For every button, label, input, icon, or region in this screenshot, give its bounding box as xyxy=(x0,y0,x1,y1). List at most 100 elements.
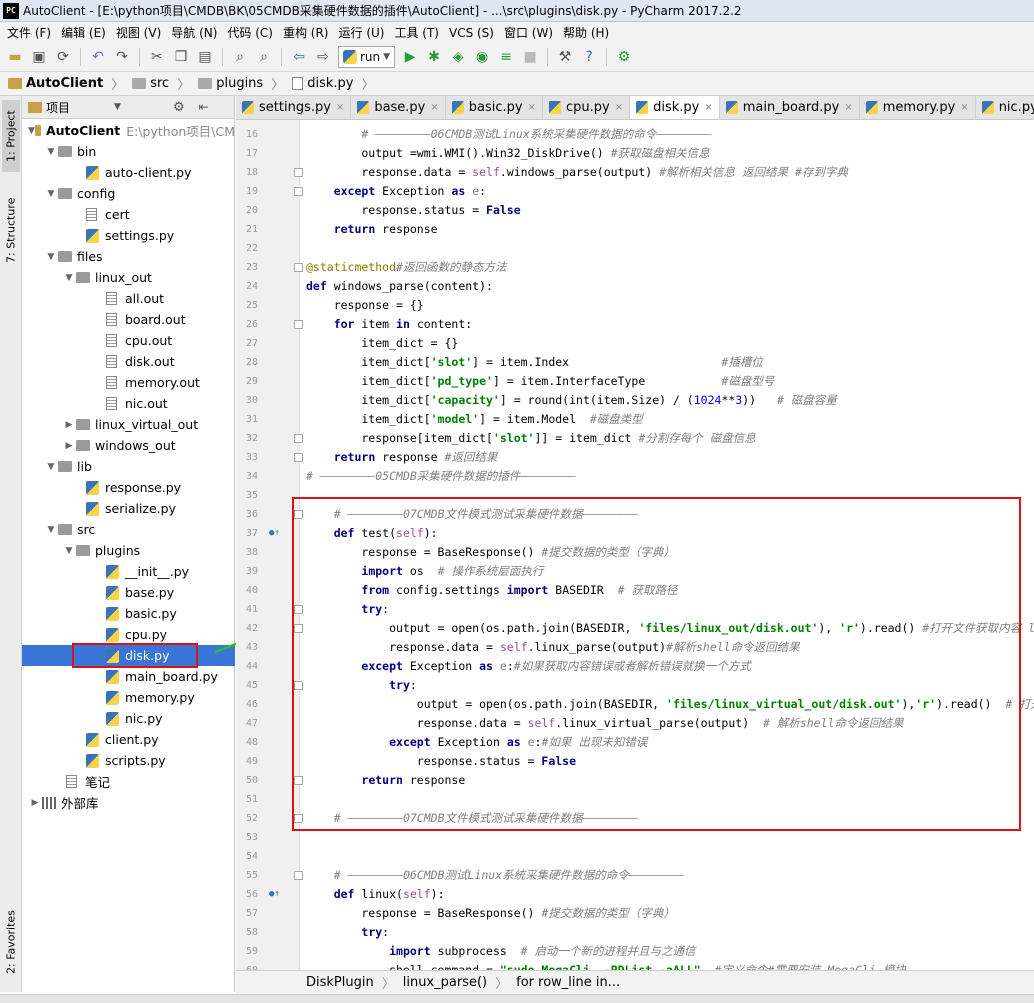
override-marker-icon[interactable]: ●↑ xyxy=(269,528,280,538)
code-line[interactable]: 25 response = {} xyxy=(236,296,1034,315)
collapsed-arrow-icon[interactable]: ▶ xyxy=(62,420,76,430)
run-config-select[interactable]: run ▼ xyxy=(338,46,396,68)
tree-item-board-out[interactable]: board.out xyxy=(22,309,235,330)
menu-run[interactable]: 运行 (U) xyxy=(336,24,392,41)
expanded-arrow-icon[interactable]: ▼ xyxy=(44,252,58,262)
gear-icon[interactable]: ⚙ xyxy=(173,100,185,115)
tab-memory[interactable]: memory.py × xyxy=(859,96,976,119)
tab-base[interactable]: base.py × xyxy=(351,96,446,119)
tree-item-config[interactable]: ▼ config xyxy=(22,183,235,204)
close-icon[interactable]: × xyxy=(430,102,438,113)
menu-edit[interactable]: 编辑 (E) xyxy=(58,24,113,41)
tab-main-board[interactable]: main_board.py × xyxy=(719,96,860,119)
code-line[interactable]: 17 output =wmi.WMI().Win32_DiskDrive() #… xyxy=(236,144,1034,163)
code-crumb-method[interactable]: linux_parse() xyxy=(403,975,487,990)
breadcrumb-item-src[interactable]: src 〉 xyxy=(132,74,198,93)
code-line[interactable]: 18 response.data = self.windows_parse(ou… xyxy=(236,163,1034,182)
concurrency-icon[interactable]: ≡ xyxy=(495,46,517,68)
collapsed-arrow-icon[interactable]: ▶ xyxy=(28,798,42,808)
tree-item-linux-virtual-out[interactable]: ▶ linux_virtual_out xyxy=(22,414,235,435)
code-line[interactable]: 55 # ————————06CMDB测试Linux系统采集硬件数据的命令———… xyxy=(236,866,1034,885)
menu-view[interactable]: 视图 (V) xyxy=(113,24,168,41)
menu-code[interactable]: 代码 (C) xyxy=(224,24,280,41)
run-icon[interactable]: ▶ xyxy=(399,46,421,68)
code-line[interactable]: 29 item_dict['pd_type'] = item.Interface… xyxy=(236,372,1034,391)
tree-item-src[interactable]: ▼ src xyxy=(22,519,235,540)
code-line[interactable]: 56 ●↑ def linux(self): xyxy=(236,885,1034,904)
fold-icon[interactable] xyxy=(294,871,303,880)
code-line[interactable]: 23 @staticmethod#返回函数的静态方法 xyxy=(236,258,1034,277)
expanded-arrow-icon[interactable]: ▼ xyxy=(44,462,58,472)
menu-refactor[interactable]: 重构 (R) xyxy=(280,24,336,41)
tree-item-scripts-py[interactable]: scripts.py xyxy=(22,750,235,771)
menu-help[interactable]: 帮助 (H) xyxy=(560,24,616,41)
tree-item-windows-out[interactable]: ▶ windows_out xyxy=(22,435,235,456)
code-line[interactable]: 57 response = BaseResponse() #提交数据的类型（字典… xyxy=(236,904,1034,923)
settings-icon[interactable]: ⚒ xyxy=(554,46,576,68)
tree-item-init-py[interactable]: __init__.py xyxy=(22,561,235,582)
code-line[interactable]: 32 response[item_dict['slot']] = item_di… xyxy=(236,429,1034,448)
code-line[interactable]: 19 except Exception as e: xyxy=(236,182,1034,201)
tree-item-serialize-py[interactable]: serialize.py xyxy=(22,498,235,519)
code-line[interactable]: 59 import subprocess # 启动一个新的进程并且与之通信 xyxy=(236,942,1034,961)
hide-panel-icon[interactable]: ⇤ xyxy=(199,100,209,114)
code-line[interactable]: 33 return response #返回结果 xyxy=(236,448,1034,467)
tree-item-cpu-out[interactable]: cpu.out xyxy=(22,330,235,351)
save-icon[interactable]: ▣ xyxy=(28,46,50,68)
back-icon[interactable]: ⇦ xyxy=(288,46,310,68)
tree-item-cert[interactable]: cert xyxy=(22,204,235,225)
tree-item-base-py[interactable]: base.py xyxy=(22,582,235,603)
fold-icon[interactable] xyxy=(294,434,303,443)
breadcrumb-item-plugins[interactable]: plugins 〉 xyxy=(198,74,292,93)
paste-icon[interactable]: ▤ xyxy=(194,46,216,68)
fold-icon[interactable] xyxy=(294,263,303,272)
tool-tab-favorites[interactable]: 2: Favorites xyxy=(2,902,20,982)
tree-item-disk-out[interactable]: disk.out xyxy=(22,351,235,372)
code-line[interactable]: 28 item_dict['slot'] = item.Index #插槽位 xyxy=(236,353,1034,372)
code-line[interactable]: 34 # ————————05CMDB采集硬件数据的插件———————— xyxy=(236,467,1034,486)
tree-item-auto-client-py[interactable]: auto-client.py xyxy=(22,162,235,183)
close-icon[interactable]: × xyxy=(336,102,344,113)
menu-tools[interactable]: 工具 (T) xyxy=(391,24,446,41)
tree-item-memory-out[interactable]: memory.out xyxy=(22,372,235,393)
menu-file[interactable]: 文件 (F) xyxy=(4,24,58,41)
project-panel-title[interactable]: 项目 xyxy=(46,99,70,116)
code-line[interactable]: 27 item_dict = {} xyxy=(236,334,1034,353)
tree-item-autoclient[interactable]: ▼ AutoClient E:\python项目\CM xyxy=(22,120,235,141)
chevron-down-icon[interactable]: ▼ xyxy=(114,102,121,112)
expanded-arrow-icon[interactable]: ▼ xyxy=(28,126,35,136)
tree-item-nic-out[interactable]: nic.out xyxy=(22,393,235,414)
code-line[interactable]: 20 response.status = False xyxy=(236,201,1034,220)
menu-window[interactable]: 窗口 (W) xyxy=(501,24,560,41)
tab-disk[interactable]: disk.py × xyxy=(630,96,720,119)
expanded-arrow-icon[interactable]: ▼ xyxy=(44,189,58,199)
fold-icon[interactable] xyxy=(294,168,303,177)
replace-icon[interactable]: ⌕ xyxy=(253,46,275,68)
tree-item-files[interactable]: ▼ files xyxy=(22,246,235,267)
code-line[interactable]: 21 return response xyxy=(236,220,1034,239)
code-line[interactable]: 22 xyxy=(236,239,1034,258)
expanded-arrow-icon[interactable]: ▼ xyxy=(44,525,58,535)
redo-icon[interactable]: ↷ xyxy=(111,46,133,68)
close-icon[interactable]: × xyxy=(960,102,968,113)
tree-item-plugins[interactable]: ▼ plugins xyxy=(22,540,235,561)
fold-icon[interactable] xyxy=(294,187,303,196)
close-icon[interactable]: × xyxy=(704,102,712,113)
expanded-arrow-icon[interactable]: ▼ xyxy=(44,147,58,157)
fold-icon[interactable] xyxy=(294,320,303,329)
coverage-icon[interactable]: ◈ xyxy=(447,46,469,68)
tree-item-nic-py[interactable]: nic.py xyxy=(22,708,235,729)
tree-item-all-out[interactable]: all.out xyxy=(22,288,235,309)
find-icon[interactable]: ⌕ xyxy=(229,46,251,68)
tab-nic[interactable]: nic.py× xyxy=(975,96,1034,119)
tree-item-settings-py[interactable]: settings.py xyxy=(22,225,235,246)
copy-icon[interactable]: ❐ xyxy=(170,46,192,68)
breadcrumb-item-autoclient[interactable]: AutoClient 〉 xyxy=(8,74,132,93)
sync-icon[interactable]: ⟳ xyxy=(52,46,74,68)
tree-item-memory-py[interactable]: memory.py xyxy=(22,687,235,708)
tab-cpu[interactable]: cpu.py × xyxy=(543,96,631,119)
tool-tab-project[interactable]: 1: Project xyxy=(2,100,20,172)
code-line[interactable]: 16 # ————————06CMDB测试Linux系统采集硬件数据的命令———… xyxy=(236,125,1034,144)
cut-icon[interactable]: ✂ xyxy=(146,46,168,68)
tree-item-lib[interactable]: ▼ lib xyxy=(22,456,235,477)
